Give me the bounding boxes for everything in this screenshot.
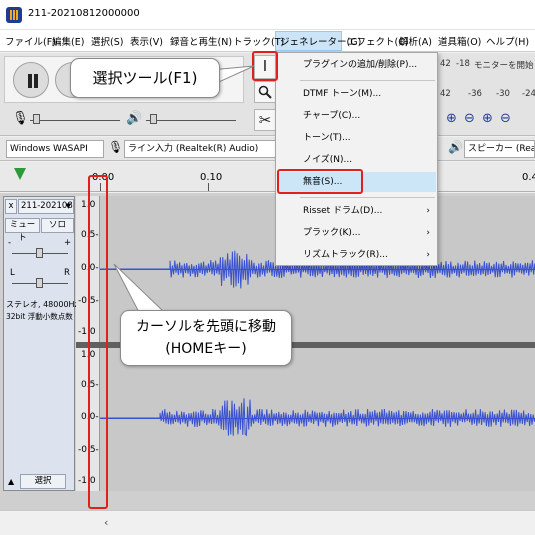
track-select-button[interactable]: 選択 xyxy=(20,474,66,489)
cut-button[interactable]: ✂ xyxy=(254,109,276,131)
track-name-menu[interactable]: 211-202108 ▼ xyxy=(18,199,74,214)
input-microphone-icon: 🎙 xyxy=(108,140,124,154)
playback-device-value: スピーカー (Realtek(R) xyxy=(468,144,534,154)
gain-minus-label: - xyxy=(8,238,12,248)
zoom-out-icon[interactable]: ⊖ xyxy=(464,111,475,126)
menu-item-tone[interactable]: トーン(T)... xyxy=(277,128,436,148)
cursor-home-callout: カーソルを先頭に移動 (HOMEキー) xyxy=(120,310,292,366)
menu-tools[interactable]: 道具箱(O) xyxy=(438,34,481,48)
cursor-start-highlight xyxy=(88,175,108,509)
menu-tracks[interactable]: トラック(T) xyxy=(233,34,284,48)
menu-item-rhythm-track[interactable]: リズムトラック(R)... › xyxy=(277,245,436,265)
meter-scale-bottom-1: -36 xyxy=(468,89,482,99)
recording-volume-track[interactable] xyxy=(30,120,120,121)
select-tool-callout: 選択ツール(F1) xyxy=(70,58,220,98)
track-control-panel[interactable]: x 211-202108 ▼ ミュート ソロ - + L R ステレオ, 4800… xyxy=(3,196,79,491)
menu-item-label: リズムトラック(R)... xyxy=(303,250,388,260)
submenu-arrow-icon: › xyxy=(426,250,430,260)
pan-right-label: R xyxy=(64,268,70,278)
track-format-line1: ステレオ, 48000Hz xyxy=(6,300,79,309)
audio-host-select[interactable]: Windows WASAPI xyxy=(6,140,104,158)
meter-scale-bottom-2: -30 xyxy=(496,89,510,99)
device-toolbar: Windows WASAPI 🎙 ライン入力 (Realtek(R) Audio… xyxy=(0,137,535,161)
scissors-icon: ✂ xyxy=(258,111,272,129)
menu-edit[interactable]: 編集(E) xyxy=(52,34,84,48)
gain-plus-label: + xyxy=(64,238,72,248)
meter-start-monitoring[interactable]: モニターを開始 xyxy=(474,59,534,71)
audacity-app-icon xyxy=(6,7,22,23)
silence-item-highlight xyxy=(277,169,363,194)
menu-item-chirp[interactable]: チャープ(C)... xyxy=(277,106,436,126)
playback-volume-track[interactable] xyxy=(146,120,236,121)
pause-button[interactable] xyxy=(13,62,49,98)
zoom-in-icon[interactable]: ⊕ xyxy=(446,111,457,126)
solo-button[interactable]: ソロ xyxy=(41,218,74,233)
cursor-home-callout-line1: カーソルを先頭に移動 xyxy=(136,319,276,335)
recording-device-select[interactable]: ライン入力 (Realtek(R) Audio) xyxy=(124,140,276,158)
menu-item-pluck[interactable]: プラック(K)... › xyxy=(277,223,436,243)
menu-item-label: Risset ドラム(D)... xyxy=(303,206,383,216)
track-close-button[interactable]: x xyxy=(5,199,17,214)
menu-analyze[interactable]: 解析(A) xyxy=(399,34,432,48)
menu-view[interactable]: 表示(V) xyxy=(130,34,163,48)
pan-left-label: L xyxy=(10,268,15,278)
playback-device-select[interactable]: スピーカー (Realtek(R) xyxy=(464,140,535,158)
speaker-icon: 🔊 xyxy=(126,111,143,126)
audio-host-value: Windows WASAPI xyxy=(10,144,88,154)
fit-project-icon[interactable]: ⊖ xyxy=(500,111,511,126)
menu-item-label: DTMF トーン(M)... xyxy=(303,89,382,99)
recording-volume-knob[interactable] xyxy=(33,114,40,124)
output-speaker-icon: 🔊 xyxy=(448,140,463,154)
menu-item-label: プラック(K)... xyxy=(303,228,361,238)
right-waveform xyxy=(100,398,535,437)
pause-icon xyxy=(27,74,39,88)
menu-item-label: プラグインの追加/削除(P)... xyxy=(303,60,418,70)
timeline-ruler[interactable]: 0.00 0.10 0.4 xyxy=(0,162,535,192)
menu-select[interactable]: 選択(S) xyxy=(91,34,123,48)
playhead-triangle-icon[interactable] xyxy=(14,168,26,180)
track-format-line2: 32bit 浮動小数点数 xyxy=(6,312,73,321)
ruler-label-2: 0.4 xyxy=(522,172,535,183)
pan-slider-knob[interactable] xyxy=(36,278,43,288)
generate-menu-dropdown: プラグインの追加/削除(P)... DTMF トーン(M)... チャープ(C)… xyxy=(275,52,438,266)
meter-scale-top-1: -18 xyxy=(456,59,470,69)
mute-button[interactable]: ミュート xyxy=(5,218,40,243)
submenu-arrow-icon: › xyxy=(426,228,430,238)
menu-file[interactable]: ファイル(F) xyxy=(5,34,56,48)
magnifier-icon xyxy=(258,85,272,99)
collapse-track-icon[interactable]: ▲ xyxy=(8,477,14,486)
menu-item-label: ノイズ(N)... xyxy=(303,155,353,165)
meter-scale-bottom-3: -24 xyxy=(522,89,535,99)
menu-item-risset-drum[interactable]: Risset ドラム(D)... › xyxy=(277,201,436,221)
menu-separator xyxy=(300,80,435,81)
microphone-icon: 🎙 xyxy=(12,111,29,126)
right-channel[interactable]: 1.0 0.5- 0.0- -0.5- -1.0 xyxy=(76,348,535,491)
scroll-left-arrow-icon[interactable]: ‹ xyxy=(104,516,108,529)
ruler-label-1: 0.10 xyxy=(200,172,223,183)
meter-scale-top-0: 42 xyxy=(440,59,451,69)
menu-item-noise[interactable]: ノイズ(N)... xyxy=(277,150,436,170)
recording-device-value: ライン入力 (Realtek(R) Audio) xyxy=(128,144,259,154)
menu-item-label: トーン(T)... xyxy=(303,133,351,143)
dropdown-arrow-icon: ▼ xyxy=(65,202,71,210)
fit-selection-icon[interactable]: ⊕ xyxy=(482,111,493,126)
menu-item-add-remove-plugins[interactable]: プラグインの追加/削除(P)... xyxy=(277,55,436,75)
window-title: 211-20210812000000 xyxy=(28,8,140,19)
playback-volume-knob[interactable] xyxy=(150,114,157,124)
gain-slider-knob[interactable] xyxy=(36,248,43,258)
cursor-home-callout-line2: (HOMEキー) xyxy=(165,341,247,357)
submenu-arrow-icon: › xyxy=(426,206,430,216)
menu-item-label: チャープ(C)... xyxy=(303,111,361,121)
menu-item-dtmf-tones[interactable]: DTMF トーン(M)... xyxy=(277,84,436,104)
meter-scale-bottom-0: 42 xyxy=(440,89,451,99)
horizontal-scrollbar[interactable]: ‹ xyxy=(0,510,535,535)
select-tool-callout-text: 選択ツール(F1) xyxy=(92,69,198,87)
menu-transport[interactable]: 録音と再生(N) xyxy=(170,34,232,48)
ruler-tick xyxy=(208,183,209,191)
menu-help[interactable]: ヘルプ(H) xyxy=(486,34,529,48)
menu-separator xyxy=(300,197,435,198)
title-bar: 211-20210812000000 xyxy=(0,0,535,30)
